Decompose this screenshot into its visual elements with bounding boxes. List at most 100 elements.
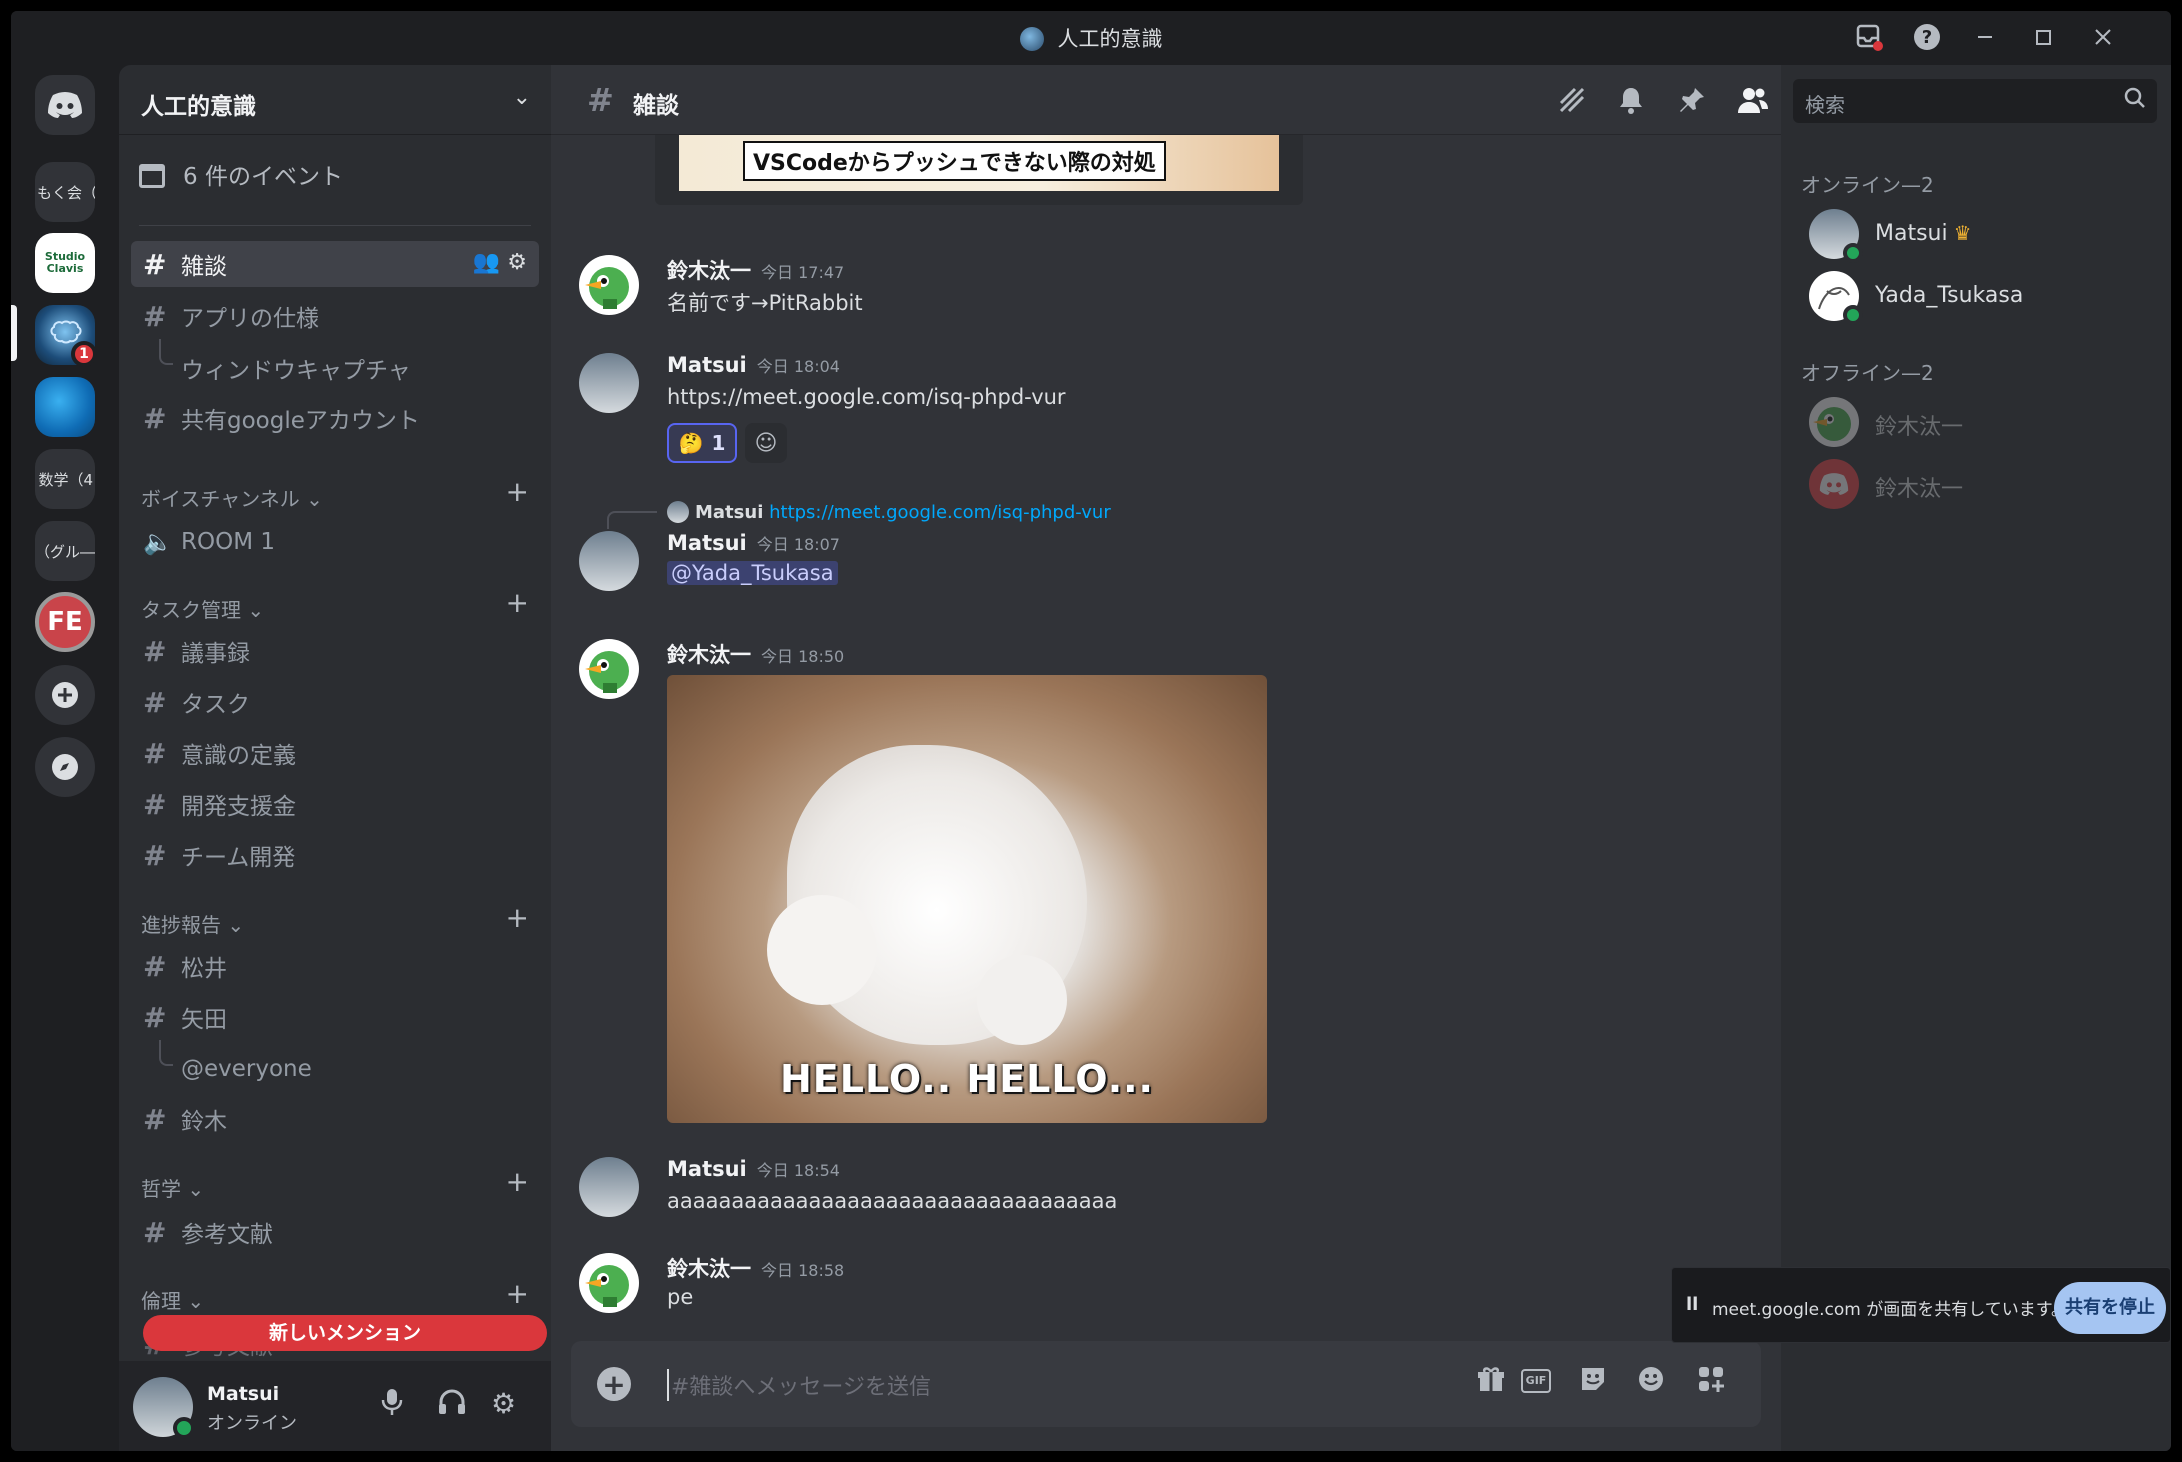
member-suzuki-2[interactable]: 鈴木汰一 bbox=[1809, 459, 2149, 515]
maximize-icon[interactable] bbox=[2021, 17, 2065, 57]
home-button[interactable] bbox=[35, 75, 95, 135]
channel-suzuki[interactable]: # 鈴木 bbox=[131, 1096, 539, 1142]
add-channel-icon[interactable]: + bbox=[506, 586, 529, 619]
online-status-dot bbox=[173, 1417, 195, 1439]
message-author[interactable]: 鈴木汰一 今日 18:50 bbox=[667, 639, 844, 669]
channel-ishiki-teigi[interactable]: # 意識の定義 bbox=[131, 730, 539, 776]
add-channel-icon[interactable]: + bbox=[506, 901, 529, 934]
server-group[interactable]: （グル― bbox=[35, 521, 95, 581]
thread-window-capture[interactable]: ウィンドウキャプチャ bbox=[131, 339, 539, 391]
bell-icon[interactable] bbox=[1617, 85, 1645, 115]
category-progress[interactable]: 進捗報告 ⌄ bbox=[141, 909, 244, 938]
author-name: 鈴木汰一 bbox=[667, 259, 751, 283]
sticker-icon[interactable] bbox=[1579, 1365, 1607, 1393]
add-reaction-button[interactable]: ☺ bbox=[745, 423, 787, 463]
channel-app-spec[interactable]: # アプリの仕様 bbox=[131, 293, 539, 339]
close-icon[interactable] bbox=[2081, 17, 2125, 57]
channel-label: 松井 bbox=[181, 956, 227, 982]
message-link[interactable]: https://meet.google.com/isq-phpd-vur bbox=[667, 385, 1066, 409]
message-text: @Yada_Tsukasa bbox=[667, 561, 838, 585]
add-channel-icon[interactable]: + bbox=[506, 1165, 529, 1198]
thread-everyone[interactable]: @everyone bbox=[131, 1040, 539, 1092]
server-blue[interactable] bbox=[35, 377, 95, 437]
search-input[interactable]: 検索 bbox=[1793, 79, 2157, 123]
channel-sankou-bunken[interactable]: # 参考文献 bbox=[131, 1209, 539, 1255]
message-author[interactable]: Matsui 今日 18:04 bbox=[667, 353, 840, 377]
help-icon[interactable]: ? bbox=[1905, 17, 1949, 57]
server-sugaku[interactable]: 数学（4 bbox=[35, 449, 95, 509]
minimize-icon[interactable] bbox=[1963, 17, 2007, 57]
channel-shared-google[interactable]: # 共有googleアカウント bbox=[131, 395, 539, 441]
discover-button[interactable] bbox=[35, 737, 95, 797]
gear-icon[interactable]: ⚙ bbox=[507, 250, 527, 275]
gift-icon[interactable] bbox=[1477, 1365, 1505, 1393]
emoji-icon[interactable] bbox=[1637, 1365, 1665, 1393]
channel-task[interactable]: # タスク bbox=[131, 679, 539, 725]
gif-attachment[interactable]: HELLO.. HELLO... bbox=[667, 675, 1267, 1123]
add-channel-icon[interactable]: + bbox=[506, 475, 529, 508]
hash-icon: # bbox=[143, 949, 167, 983]
member-yada[interactable]: Yada_Tsukasa bbox=[1809, 271, 2149, 327]
chat-area: # 雑談 VSCodeからプッシュできない際の対処 鈴木汰一 今日 17:47 … bbox=[551, 65, 1781, 1451]
settings-gear-icon[interactable]: ⚙ bbox=[491, 1387, 516, 1420]
member-name: 鈴木汰一 bbox=[1875, 415, 1964, 440]
category-philosophy[interactable]: 哲学 ⌄ bbox=[141, 1173, 204, 1202]
add-channel-icon[interactable]: + bbox=[506, 1277, 529, 1310]
channel-actions: 👥 ⚙ bbox=[473, 250, 527, 275]
message-author[interactable]: 鈴木汰一 今日 17:47 bbox=[667, 255, 844, 285]
microphone-icon[interactable] bbox=[381, 1387, 403, 1417]
inbox-icon[interactable] bbox=[1847, 17, 1891, 57]
embed-image[interactable]: VSCodeからプッシュできない際の対処 bbox=[679, 135, 1279, 191]
avatar[interactable] bbox=[579, 1253, 639, 1313]
avatar[interactable] bbox=[579, 1157, 639, 1217]
stop-sharing-button[interactable]: 共有を停止 bbox=[2054, 1282, 2166, 1334]
channel-label: 共有googleアカウント bbox=[181, 408, 420, 434]
avatar[interactable] bbox=[579, 255, 639, 315]
gif-button[interactable]: GIF bbox=[1521, 1369, 1551, 1393]
pin-icon[interactable] bbox=[1677, 85, 1707, 115]
server-mokukai[interactable]: もく会（ bbox=[35, 162, 95, 222]
server-studio-clavis[interactable]: Studio Clavis bbox=[35, 233, 95, 293]
link-embed[interactable]: VSCodeからプッシュできない際の対処 bbox=[655, 135, 1303, 205]
message-author[interactable]: Matsui 今日 18:54 bbox=[667, 1157, 840, 1181]
timestamp: 今日 18:07 bbox=[756, 535, 840, 554]
guild-header[interactable]: 人工的意識 ⌄ bbox=[119, 65, 551, 135]
channel-gijiroku[interactable]: # 議事録 bbox=[131, 628, 539, 674]
reaction-thinking[interactable]: 🤔 1 bbox=[667, 423, 737, 463]
channel-yada[interactable]: # 矢田 bbox=[131, 994, 539, 1040]
category-ethics[interactable]: 倫理 ⌄ bbox=[141, 1285, 204, 1314]
attach-plus-button[interactable]: + bbox=[597, 1367, 631, 1401]
events-link[interactable]: 6 件のイベント bbox=[139, 157, 343, 191]
thread-spine bbox=[159, 1040, 173, 1066]
new-mention-banner[interactable]: 新しいメンション bbox=[143, 1315, 547, 1351]
avatar[interactable] bbox=[579, 531, 639, 591]
message-author[interactable]: 鈴木汰一 今日 18:58 bbox=[667, 1253, 844, 1283]
headphones-icon[interactable] bbox=[437, 1387, 467, 1417]
message-text: 名前です→PitRabbit bbox=[667, 291, 863, 315]
channel-team-kaihatsu[interactable]: # チーム開発 bbox=[131, 832, 539, 878]
member-suzuki[interactable]: 鈴木汰一 bbox=[1809, 397, 2149, 453]
share-text: meet.google.com が画面を共有しています。 bbox=[1712, 1300, 2069, 1320]
server-fe[interactable]: FE bbox=[35, 592, 95, 652]
message-author[interactable]: Matsui 今日 18:07 bbox=[667, 531, 840, 555]
member-matsui[interactable]: Matsui ♛ bbox=[1809, 209, 2149, 265]
apps-icon[interactable] bbox=[1697, 1365, 1725, 1393]
category-task[interactable]: タスク管理 ⌄ bbox=[141, 594, 264, 623]
server-icon bbox=[1019, 27, 1044, 51]
user-mention[interactable]: @Yada_Tsukasa bbox=[667, 561, 838, 585]
channel-zatsudan[interactable]: # 雑談 👥 ⚙ bbox=[131, 241, 539, 287]
category-voice[interactable]: ボイスチャンネル ⌄ bbox=[141, 483, 323, 512]
add-server-button[interactable] bbox=[35, 665, 95, 725]
voice-room-1[interactable]: 🔈 ROOM 1 bbox=[131, 519, 539, 565]
reply-preview[interactable]: Matsui https://meet.google.com/isq-phpd-… bbox=[667, 501, 1111, 523]
message-input[interactable]: #雑談へメッセージを送信 bbox=[667, 1369, 931, 1401]
channel-matsui[interactable]: # 松井 bbox=[131, 943, 539, 989]
threads-icon[interactable] bbox=[1557, 85, 1587, 115]
bird-avatar-icon bbox=[585, 651, 629, 693]
avatar[interactable] bbox=[579, 639, 639, 699]
member-list-icon[interactable] bbox=[1737, 85, 1769, 115]
avatar[interactable] bbox=[579, 353, 639, 413]
user-status: オンライン bbox=[207, 1413, 297, 1434]
channel-kaihatsu-shienkin[interactable]: # 開発支援金 bbox=[131, 781, 539, 827]
invite-icon[interactable]: 👥 bbox=[473, 250, 500, 275]
